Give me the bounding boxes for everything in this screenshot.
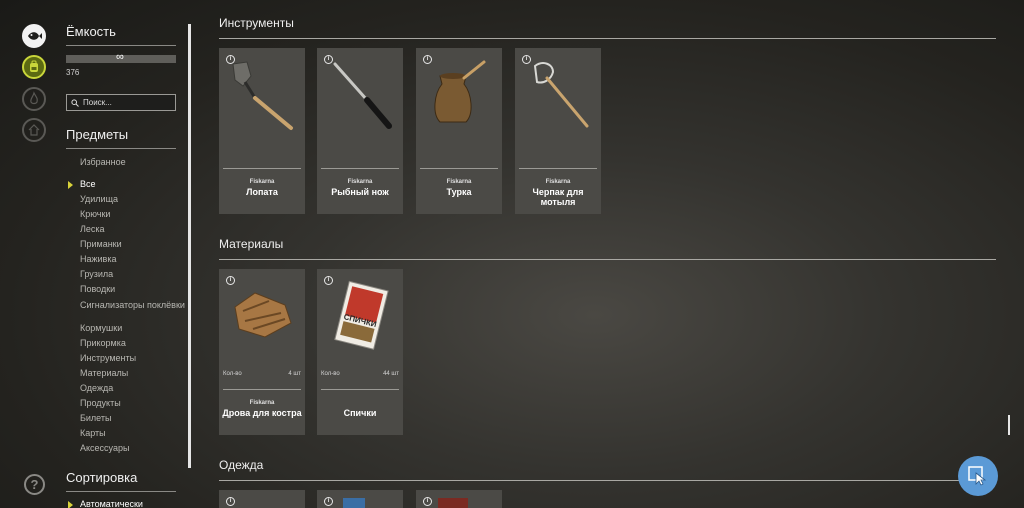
scoop-image <box>533 62 589 128</box>
info-icon[interactable]: i <box>423 497 432 506</box>
category-accessories[interactable]: Аксессуары <box>66 441 185 456</box>
cezve-image <box>434 60 486 123</box>
shovel-image <box>232 61 293 130</box>
item-brand: Fiskarna <box>347 179 373 185</box>
category-materials[interactable]: Материалы <box>66 366 185 381</box>
card-divider <box>223 168 301 169</box>
category-food[interactable]: Продукты <box>66 396 185 411</box>
quantity-value: 4 шт <box>288 371 301 377</box>
category-tools[interactable]: Инструменты <box>66 351 185 366</box>
search-placeholder: Поиск... <box>83 98 112 107</box>
info-icon[interactable]: i <box>226 497 235 506</box>
sort-title: Сортировка <box>66 470 176 492</box>
campfire-icon[interactable] <box>22 87 46 111</box>
item-card-firewood[interactable]: i Кол-во 4 шт Fiskarna Дрова для костра <box>219 269 305 435</box>
category-line[interactable]: Леска <box>66 222 185 237</box>
item-brand: Fiskarna <box>249 179 275 185</box>
sort-list: Автоматически <box>66 497 143 508</box>
card-divider <box>519 168 597 169</box>
quantity-label: Кол-во <box>223 371 242 377</box>
category-tickets[interactable]: Билеты <box>66 411 185 426</box>
item-card-clothing-2[interactable]: i <box>317 490 403 508</box>
category-lures[interactable]: Приманки <box>66 237 185 252</box>
item-card-shovel[interactable]: i Fiskarna Лопата <box>219 48 305 214</box>
capacity-infinity: ∞ <box>116 51 124 63</box>
quantity-value: 44 шт <box>383 371 399 377</box>
card-divider <box>321 389 399 390</box>
clothing-item-preview <box>438 498 468 508</box>
capacity-title: Ёмкость <box>66 24 176 46</box>
item-brand: Fiskarna <box>446 179 472 185</box>
sidebar: Ёмкость ∞ 376 Поиск... Предметы Избранно… <box>66 0 192 508</box>
quantity-label: Кол-во <box>321 371 340 377</box>
category-clothing[interactable]: Одежда <box>66 381 185 396</box>
matches-image: СПИЧКИ <box>334 280 389 350</box>
category-hooks[interactable]: Крючки <box>66 207 185 222</box>
sidebar-scrollbar[interactable] <box>188 24 191 468</box>
knife-image <box>333 62 392 129</box>
section-divider <box>219 38 996 39</box>
item-card-clothing-3[interactable]: i <box>416 490 502 508</box>
card-divider <box>420 168 498 169</box>
icon-rail: ? <box>0 0 60 508</box>
item-card-cezve[interactable]: i Fiskarna Турка <box>416 48 502 214</box>
category-rods[interactable]: Удилища <box>66 192 185 207</box>
category-all[interactable]: Все <box>66 177 185 192</box>
item-card-bloodworm-scoop[interactable]: i Fiskarna Черпак для мотыля <box>515 48 601 214</box>
section-title-tools: Инструменты <box>219 16 294 30</box>
category-groundbait[interactable]: Прикормка <box>66 336 185 351</box>
item-name: Рыбный нож <box>331 187 389 197</box>
category-list: Избранное Все Удилища Крючки Леска Прима… <box>66 155 185 456</box>
clothing-item-preview <box>343 498 365 508</box>
item-name: Дрова для костра <box>222 408 302 418</box>
section-title-clothing: Одежда <box>219 458 264 472</box>
section-title-materials: Материалы <box>219 237 284 251</box>
help-button[interactable]: ? <box>24 474 45 495</box>
category-leaders[interactable]: Поводки <box>66 282 185 297</box>
main-scrollbar[interactable] <box>1008 415 1010 435</box>
sort-option-auto[interactable]: Автоматически <box>66 497 143 508</box>
item-name: Черпак для мотыля <box>532 187 584 207</box>
item-name: Турка <box>446 187 472 197</box>
item-name: Лопата <box>246 187 278 197</box>
select-mode-button[interactable] <box>958 456 998 496</box>
category-bite-alarms[interactable]: Сигнализаторы поклёвки <box>66 297 185 321</box>
firewood-image <box>234 292 292 338</box>
home-icon[interactable] <box>22 118 46 142</box>
capacity-value: 376 <box>66 68 80 77</box>
capacity-bar: ∞ <box>66 51 176 63</box>
item-card-matches[interactable]: i СПИЧКИ Кол-во 44 шт Спички <box>317 269 403 435</box>
category-bait[interactable]: Наживка <box>66 252 185 267</box>
category-feeders[interactable]: Кормушки <box>66 321 185 336</box>
card-divider <box>321 168 399 169</box>
section-divider <box>219 480 996 481</box>
item-card-fish-knife[interactable]: i Fiskarna Рыбный нож <box>317 48 403 214</box>
card-divider <box>223 389 301 390</box>
backpack-icon[interactable] <box>22 55 46 79</box>
section-divider <box>219 259 996 260</box>
fish-icon[interactable] <box>22 24 46 48</box>
category-favorites[interactable]: Избранное <box>66 155 185 170</box>
item-name: Спички <box>343 408 377 418</box>
item-brand: Fiskarna <box>249 400 275 406</box>
inventory-main: Инструменты i Fiskarna Лопата i Fiskarna… <box>219 0 996 508</box>
search-input[interactable]: Поиск... <box>66 94 176 111</box>
item-brand: Fiskarna <box>545 179 571 185</box>
category-sinkers[interactable]: Грузила <box>66 267 185 282</box>
item-card-clothing-1[interactable]: i <box>219 490 305 508</box>
category-maps[interactable]: Карты <box>66 426 185 441</box>
items-title: Предметы <box>66 127 176 149</box>
search-icon <box>71 99 79 107</box>
cursor-icon <box>968 466 987 486</box>
info-icon[interactable]: i <box>324 497 333 506</box>
